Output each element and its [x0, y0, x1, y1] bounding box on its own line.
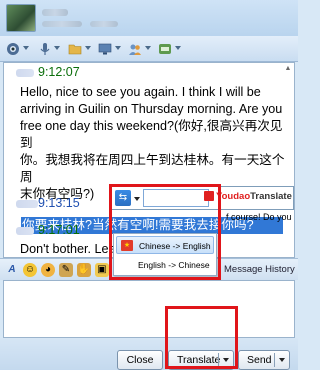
image-icon[interactable]: ▣: [95, 263, 109, 277]
app-icon[interactable]: [158, 42, 172, 56]
scroll-up-icon[interactable]: ▲: [284, 65, 292, 73]
youdao-brand-red: Youdao: [216, 191, 251, 202]
app-dropdown-arrow[interactable]: [175, 46, 181, 50]
remote-dropdown-arrow[interactable]: [115, 46, 121, 50]
youdao-brand: YoudaoTranslate: [216, 191, 292, 202]
folder-icon[interactable]: [68, 42, 82, 56]
message-timestamp: 9:13:15: [38, 196, 80, 210]
message-timestamp: 9:17:01: [38, 223, 80, 237]
font-icon[interactable]: A: [5, 263, 19, 277]
close-button[interactable]: Close: [117, 350, 163, 370]
message-line: Hello, nice to see you again. I think I …: [20, 85, 261, 99]
bottom-button-bar: Close Translate Send: [0, 338, 298, 370]
chat-window-header: [0, 0, 298, 36]
sender-name-blurred: [16, 227, 34, 235]
emoji-icon[interactable]: ☺: [23, 263, 37, 277]
magic-expression-icon[interactable]: ✎: [59, 263, 73, 277]
video-dropdown-arrow[interactable]: [23, 46, 29, 50]
group-chat-icon[interactable]: [128, 42, 142, 56]
send-dropdown-icon[interactable]: [279, 358, 285, 362]
chat-toolbar: [0, 36, 298, 62]
send-button-label: Send: [247, 354, 272, 366]
message-input[interactable]: [3, 280, 295, 338]
translation-preview: f course! Do you: [226, 212, 292, 222]
folder-dropdown-arrow[interactable]: [85, 46, 91, 50]
video-camera-icon[interactable]: [6, 42, 20, 56]
animated-emoji-icon[interactable]: ◕: [41, 263, 55, 277]
group-dropdown-arrow[interactable]: [145, 46, 151, 50]
contact-name-blurred: [42, 9, 68, 16]
sender-name-blurred: [16, 69, 34, 77]
message-history-label[interactable]: Message History: [224, 264, 295, 275]
youdao-brand-rest: Translate: [250, 191, 292, 202]
message-line: 你。我想我将在周四上午到达桂林。有一天这个周: [20, 153, 285, 184]
send-button-separator: [274, 353, 275, 367]
message-timestamp: 9:12:07: [38, 65, 80, 79]
contact-signature-blurred: [90, 21, 118, 27]
send-button[interactable]: Send: [238, 350, 290, 370]
contact-avatar[interactable]: [6, 4, 36, 32]
sender-name-blurred: [16, 200, 38, 208]
message-line: arriving in Guilin on Thursday morning. …: [20, 102, 283, 116]
shake-icon[interactable]: ✋: [77, 263, 91, 277]
annotation-box-translate-popup: [109, 184, 221, 280]
microphone-icon[interactable]: [38, 42, 52, 56]
annotation-box-translate-button: [165, 306, 238, 369]
message-line: free one day this weekend?(你好,很高兴再次见到: [20, 119, 283, 150]
microphone-dropdown-arrow[interactable]: [54, 46, 60, 50]
remote-assist-icon[interactable]: [98, 42, 112, 56]
contact-status-blurred: [42, 21, 82, 27]
